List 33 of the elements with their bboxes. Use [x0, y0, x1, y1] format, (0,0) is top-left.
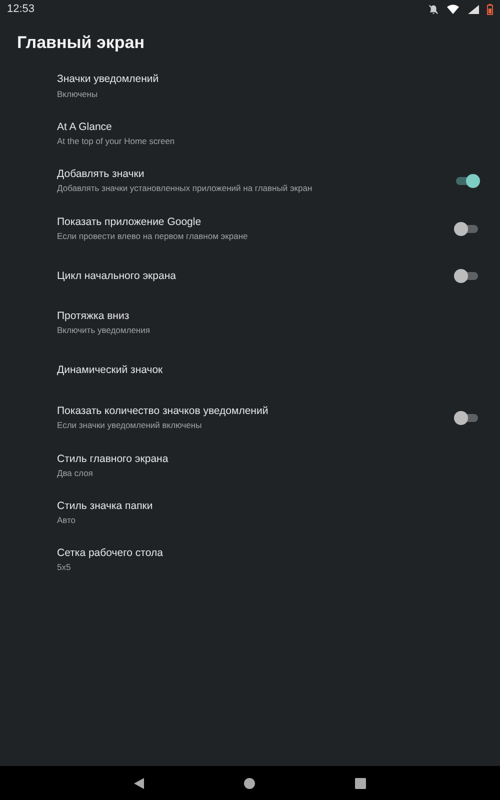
toggle-switch[interactable]: [454, 410, 480, 426]
setting-summary: Добавлять значки установленных приложений на главный экран: [57, 183, 312, 195]
back-icon[interactable]: [134, 778, 144, 788]
signal-icon: [467, 4, 479, 14]
wifi-icon: [447, 4, 459, 14]
setting-title[interactable]: Протяжка вниз: [57, 310, 150, 324]
setting-title[interactable]: At A Glance: [57, 120, 175, 134]
setting-summary: At the top of your Home screen: [57, 136, 175, 148]
toggle-switch[interactable]: [454, 173, 480, 190]
setting-title[interactable]: Динамический значок: [57, 364, 163, 378]
toggle-switch[interactable]: [454, 268, 480, 284]
setting-title[interactable]: Сетка рабочего стола: [57, 547, 163, 560]
setting-title[interactable]: Значки уведомлений: [57, 73, 159, 87]
toggle-switch[interactable]: [454, 220, 480, 237]
recents-icon[interactable]: [355, 778, 366, 788]
setting-summary: Авто: [57, 515, 77, 526]
setting-title[interactable]: Показать количество значков уведомлений: [57, 405, 268, 418]
setting-title[interactable]: Добавлять значки: [57, 168, 312, 182]
setting-title[interactable]: Стиль значка папки: [57, 500, 153, 514]
setting-summary: Если значки уведомлений включены: [57, 420, 203, 432]
setting-title[interactable]: Стиль главного экрана: [57, 452, 168, 466]
setting-summary: Если провести влево на первом главном экране: [57, 230, 248, 242]
clock-time: 12:53: [7, 2, 35, 17]
setting-summary: Включить уведомления: [57, 325, 150, 337]
setting-summary: Включены: [57, 88, 99, 100]
setting-summary: 5x5: [57, 562, 72, 574]
home-icon[interactable]: [244, 778, 255, 788]
setting-title[interactable]: Показать приложение Google: [57, 216, 248, 229]
setting-title[interactable]: Цикл начального экрана: [57, 270, 176, 283]
setting-summary: Два слоя: [57, 468, 94, 480]
muted-bell-icon: [428, 4, 439, 14]
screen-title: Главный экран: [17, 33, 144, 52]
battery-icon: [487, 4, 493, 14]
